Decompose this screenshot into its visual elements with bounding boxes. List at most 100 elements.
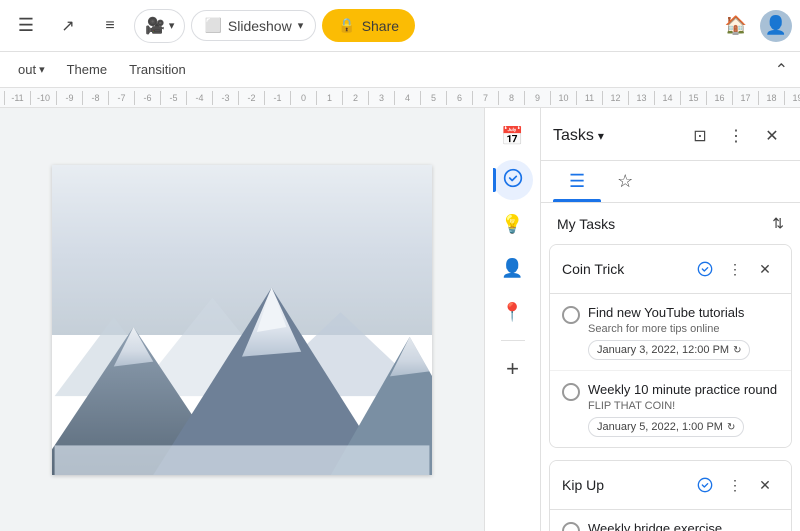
- share-button[interactable]: 🔒 Share: [322, 9, 415, 42]
- task-content: Weekly 10 minute practice round FLIP THA…: [588, 381, 779, 437]
- task-content: Find new YouTube tutorials Search for mo…: [588, 304, 779, 360]
- tasks-new-window-button[interactable]: ⊡: [684, 120, 716, 152]
- task-group-coin-trick: Coin Trick ⋮ ✕: [549, 244, 792, 448]
- ruler-mark: -2: [238, 91, 264, 105]
- tasks-panel: Tasks ▾ ⊡ ⋮ ✕ ☰ ☆: [540, 108, 800, 531]
- new-window-icon: ⊡: [693, 126, 706, 146]
- task-item-yt-tutorials: Find new YouTube tutorials Search for mo…: [550, 294, 791, 371]
- right-sidebar: 📅 💡 👤 📍 +: [484, 108, 540, 531]
- ruler-inner: -11 -10 -9 -8 -7 -6 -5 -4 -3 -2 -1 0 1 2…: [0, 91, 800, 105]
- ruler-mark: 16: [706, 91, 732, 105]
- toolbar: out ▾ Theme Transition ⌃: [0, 52, 800, 88]
- ruler-mark: -8: [82, 91, 108, 105]
- ruler-mark: 2: [342, 91, 368, 105]
- sidebar-calendar-button[interactable]: 📅: [493, 116, 533, 156]
- kip-up-more-button[interactable]: ⋮: [721, 471, 749, 499]
- avatar[interactable]: 👤: [760, 10, 792, 42]
- tab-list[interactable]: ☰: [553, 161, 601, 202]
- sidebar-divider: [501, 340, 525, 341]
- main-content: Version 1.0: [0, 108, 800, 531]
- task-checkbox-yt-tutorials[interactable]: [562, 306, 580, 324]
- ruler-mark: -7: [108, 91, 134, 105]
- ruler-mark: -5: [160, 91, 186, 105]
- tab-starred[interactable]: ☆: [601, 161, 649, 202]
- theme-button[interactable]: Theme: [57, 58, 117, 81]
- ruler-mark: -4: [186, 91, 212, 105]
- ruler-mark: 10: [550, 91, 576, 105]
- sidebar-tasks-button[interactable]: [493, 160, 533, 200]
- task-date-yt-tutorials[interactable]: January 3, 2022, 12:00 PM ↻: [588, 340, 750, 360]
- slideshow-button[interactable]: ⬜ Slideshow ▾: [191, 10, 316, 41]
- more-vert-icon: ⋮: [728, 126, 744, 146]
- ruler-mark: 9: [524, 91, 550, 105]
- task-content: Weekly bridge exercise February 7, 2022,…: [588, 520, 779, 531]
- sidebar-maps-button[interactable]: 📍: [493, 292, 533, 332]
- ruler-mark: 17: [732, 91, 758, 105]
- tasks-tabs: ☰ ☆: [541, 161, 800, 203]
- task-title-bridge-exercise: Weekly bridge exercise: [588, 520, 779, 531]
- ruler-mark: 8: [498, 91, 524, 105]
- my-tasks-header: My Tasks ⇅: [541, 203, 800, 240]
- task-checkbox-practice-round[interactable]: [562, 383, 580, 401]
- meet-chevron: ▾: [169, 19, 175, 32]
- my-tasks-label: My Tasks: [557, 216, 772, 232]
- sidebar-keep-button[interactable]: 💡: [493, 204, 533, 244]
- task-date-practice-round[interactable]: January 5, 2022, 1:00 PM ↻: [588, 417, 744, 437]
- menu-button[interactable]: ☰: [8, 8, 44, 44]
- close-icon: ✕: [759, 477, 771, 494]
- task-group-more-button[interactable]: ⋮: [721, 255, 749, 283]
- task-title-practice-round: Weekly 10 minute practice round: [588, 381, 779, 399]
- tasks-more-button[interactable]: ⋮: [720, 120, 752, 152]
- meet-button[interactable]: 🎥 ▾: [134, 9, 185, 43]
- ruler-mark: -3: [212, 91, 238, 105]
- task-group-complete-button[interactable]: [691, 255, 719, 283]
- task-date-text: January 5, 2022, 1:00 PM: [597, 421, 723, 433]
- collapse-toolbar-button[interactable]: ⌃: [771, 56, 792, 84]
- tasks-body: My Tasks ⇅ Coin Trick: [541, 203, 800, 531]
- slide-area[interactable]: Version 1.0: [0, 108, 484, 531]
- kip-up-complete-button[interactable]: [691, 471, 719, 499]
- lock-icon: 🔒: [338, 17, 355, 34]
- task-item-row: Find new YouTube tutorials Search for mo…: [562, 304, 779, 360]
- task-checkbox-bridge-exercise[interactable]: [562, 522, 580, 531]
- mountain-svg: [52, 258, 432, 475]
- ruler-mark: 1: [316, 91, 342, 105]
- task-item-practice-round: Weekly 10 minute practice round FLIP THA…: [550, 371, 791, 447]
- ruler-mark: 19: [784, 91, 800, 105]
- layout-chevron-icon: ▾: [39, 63, 45, 76]
- ruler-mark: 12: [602, 91, 628, 105]
- task-subtitle-practice-round: FLIP THAT COIN!: [588, 400, 779, 412]
- docs-icon-button[interactable]: ≡: [92, 8, 128, 44]
- tasks-panel-header: Tasks ▾ ⊡ ⋮ ✕: [541, 108, 800, 161]
- kip-up-close-button[interactable]: ✕: [751, 471, 779, 499]
- sidebar-add-button[interactable]: +: [493, 349, 533, 389]
- theme-label: Theme: [67, 62, 107, 77]
- maps-icon: 📍: [501, 302, 523, 323]
- ruler-mark: -6: [134, 91, 160, 105]
- ruler: -11 -10 -9 -8 -7 -6 -5 -4 -3 -2 -1 0 1 2…: [0, 88, 800, 108]
- task-repeat-icon: ↻: [727, 422, 735, 433]
- ruler-mark: -11: [4, 91, 30, 105]
- tasks-close-button[interactable]: ✕: [756, 120, 788, 152]
- ruler-mark: -9: [56, 91, 82, 105]
- star-icon: ☆: [617, 171, 633, 191]
- meet-icon: 🎥: [145, 16, 165, 36]
- task-group-title-coin-trick: Coin Trick: [562, 261, 691, 277]
- ruler-mark: 18: [758, 91, 784, 105]
- layout-button[interactable]: out ▾: [8, 58, 55, 81]
- task-subtitle-yt-tutorials: Search for more tips online: [588, 323, 779, 335]
- sidebar-contacts-button[interactable]: 👤: [493, 248, 533, 288]
- lighthouse-icon-button[interactable]: 🏠: [718, 8, 754, 44]
- close-icon: ✕: [759, 261, 771, 278]
- close-icon: ✕: [765, 126, 778, 146]
- ruler-mark: 0: [290, 91, 316, 105]
- ruler-mark: -10: [30, 91, 56, 105]
- expand-icon: ⇅: [772, 215, 784, 231]
- ruler-mark: 5: [420, 91, 446, 105]
- my-tasks-expand-button[interactable]: ⇅: [772, 215, 784, 232]
- trending-icon-button[interactable]: ↗: [50, 8, 86, 44]
- task-group-actions: ⋮ ✕: [691, 255, 779, 283]
- transition-button[interactable]: Transition: [119, 58, 196, 81]
- task-item-row: Weekly bridge exercise February 7, 2022,…: [562, 520, 779, 531]
- task-group-close-button[interactable]: ✕: [751, 255, 779, 283]
